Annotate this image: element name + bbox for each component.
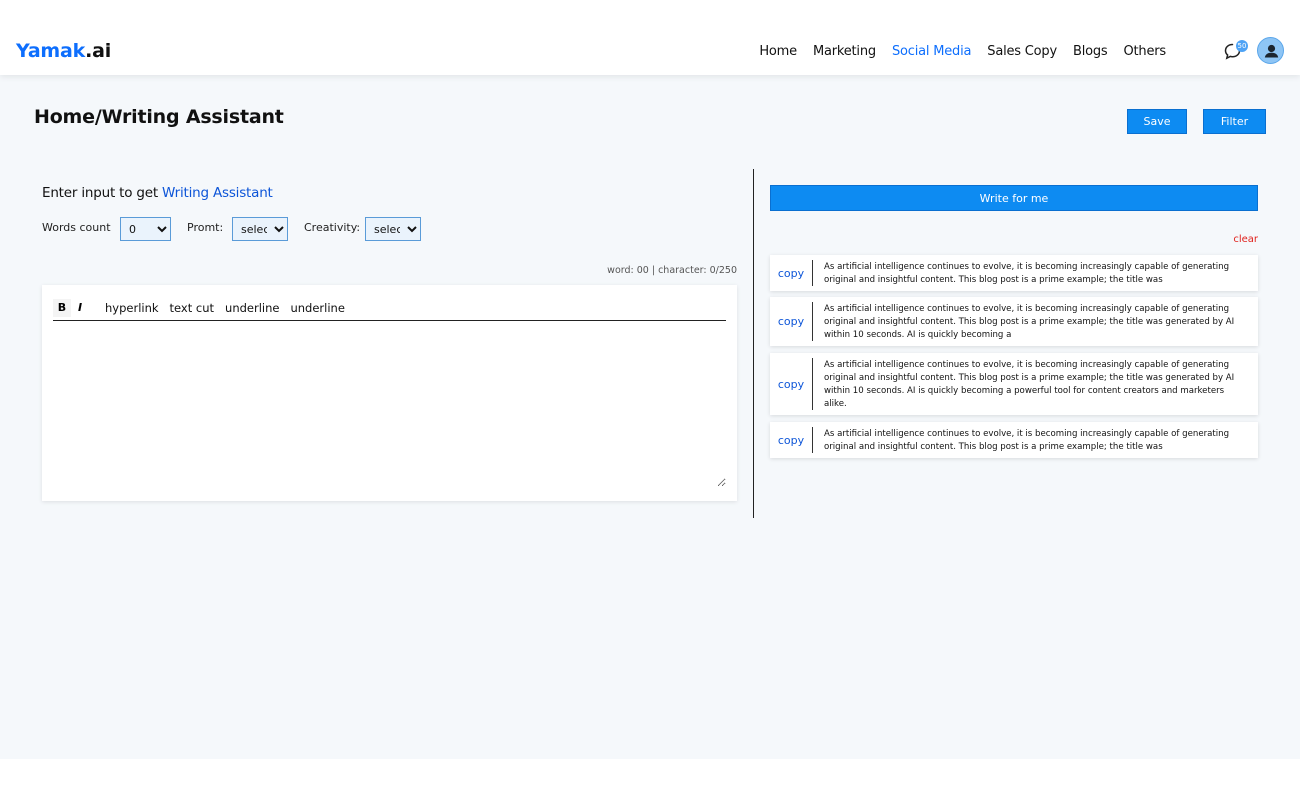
hyperlink-button[interactable]: hyperlink [105, 301, 159, 315]
result-separator [812, 358, 813, 410]
chat-badge: 50 [1236, 40, 1248, 52]
words-count-label: Words count [42, 221, 111, 234]
user-silhouette-icon [1264, 44, 1279, 58]
logo[interactable]: Yamak.ai [16, 40, 111, 62]
input-heading-highlight: Writing Assistant [162, 185, 273, 201]
prompt-select[interactable]: select [232, 217, 288, 241]
clear-button[interactable]: clear [1200, 234, 1258, 245]
copy-button[interactable]: copy [770, 255, 812, 291]
main-content: Home/Writing Assistant Save Filter Enter… [0, 75, 1300, 759]
copy-button[interactable]: copy [770, 297, 812, 346]
prompt-label: Promt: [187, 221, 224, 234]
nav-blogs[interactable]: Blogs [1073, 44, 1108, 59]
nav-social-media[interactable]: Social Media [892, 44, 972, 59]
logo-brand: Yamak [16, 40, 86, 62]
result-card: copy As artificial intelligence continue… [770, 422, 1258, 458]
copy-button[interactable]: copy [770, 422, 812, 458]
result-separator [812, 260, 813, 286]
write-for-me-button[interactable]: Write for me [770, 185, 1258, 211]
result-separator [812, 427, 813, 453]
nav-others[interactable]: Others [1124, 44, 1167, 59]
result-text: As artificial intelligence continues to … [824, 360, 1235, 409]
editor-toolbar: B I hyperlink text cut underline underli… [53, 295, 726, 321]
main-nav: Home Marketing Social Media Sales Copy B… [743, 44, 1166, 59]
result-card: copy As artificial intelligence continue… [770, 297, 1258, 346]
result-text: As artificial intelligence continues to … [824, 304, 1235, 340]
logo-tld: .ai [85, 40, 112, 62]
save-button[interactable]: Save [1127, 109, 1187, 134]
result-text: As artificial intelligence continues to … [824, 429, 1230, 452]
page-title: Home/Writing Assistant [34, 106, 284, 128]
result-card: copy As artificial intelligence continue… [770, 255, 1258, 291]
result-text: As artificial intelligence continues to … [824, 262, 1230, 285]
panel-divider [753, 169, 754, 518]
text-cut-button[interactable]: text cut [170, 301, 214, 315]
nav-marketing[interactable]: Marketing [813, 44, 876, 59]
creativity-select[interactable]: select [365, 217, 421, 241]
top-navigation-bar: Yamak.ai Home Marketing Social Media Sal… [0, 0, 1300, 75]
user-avatar-icon[interactable] [1257, 37, 1284, 64]
input-heading-prefix: Enter input to get [42, 185, 163, 201]
creativity-label: Creativity: [304, 221, 361, 234]
copy-button[interactable]: copy [770, 353, 812, 415]
underline-button-2[interactable]: underline [290, 301, 344, 315]
result-card: copy As artificial intelligence continue… [770, 353, 1258, 415]
bold-button[interactable]: B [53, 298, 71, 317]
editor-textarea[interactable] [53, 325, 726, 487]
italic-button[interactable]: I [71, 298, 89, 317]
result-separator [812, 302, 813, 341]
word-character-counter: word: 00 | character: 0/250 [607, 265, 737, 276]
nav-home[interactable]: Home [759, 44, 797, 59]
words-count-select[interactable]: 0 [120, 217, 171, 241]
chat-button[interactable]: 50 [1224, 40, 1248, 61]
filter-button[interactable]: Filter [1203, 109, 1266, 134]
input-heading: Enter input to get Writing Assistant [42, 185, 273, 201]
text-editor: B I hyperlink text cut underline underli… [42, 285, 737, 501]
underline-button[interactable]: underline [225, 301, 279, 315]
nav-sales-copy[interactable]: Sales Copy [987, 44, 1057, 59]
